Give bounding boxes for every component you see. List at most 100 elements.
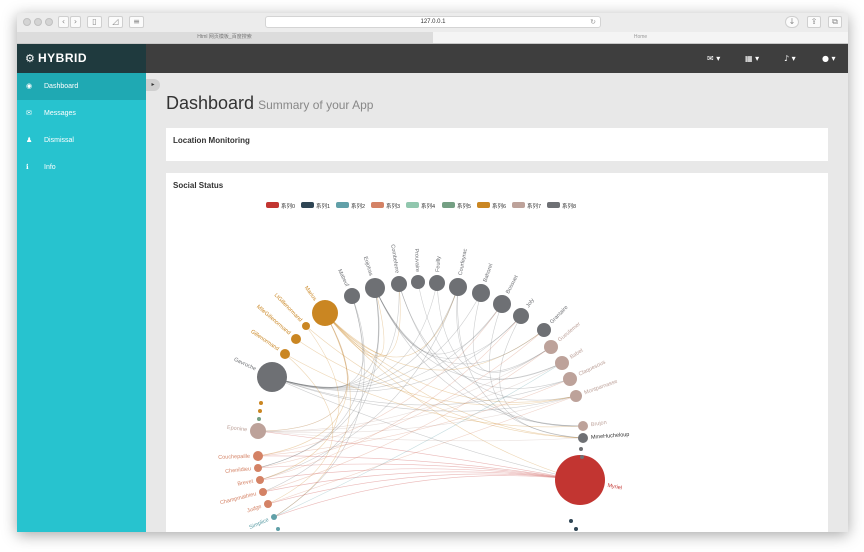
graph-node[interactable] (513, 308, 529, 324)
legend-swatch[interactable] (406, 202, 419, 208)
graph-node[interactable] (254, 464, 262, 472)
caret-down-icon: ▾ (755, 54, 760, 63)
forward-button[interactable]: › (70, 16, 81, 28)
legend-label[interactable]: 系列5 (457, 202, 471, 210)
sidebar-collapse-toggle[interactable]: ▸ (146, 79, 160, 91)
legend-label[interactable]: 系列4 (421, 202, 435, 210)
browser-window: ‹ › ▯ ◿ ≡ 127.0.0.1 ↻ ↓ ⇪ ⧉ Html 网页模板_百度… (17, 13, 848, 532)
graph-node[interactable] (258, 409, 262, 413)
grid-icon: ▦ (745, 54, 753, 63)
graph-node[interactable] (257, 362, 287, 392)
graph-node-label: Marius (303, 285, 318, 302)
zoom-window-button[interactable] (45, 18, 53, 26)
legend-swatch[interactable] (477, 202, 490, 208)
graph-node[interactable] (312, 300, 338, 326)
graph-link (295, 338, 577, 406)
bell-icon: ♪ (784, 54, 790, 63)
graph-node[interactable] (259, 488, 267, 496)
graph-node[interactable] (563, 372, 577, 386)
legend-label[interactable]: 系列0 (281, 202, 295, 210)
graph-node[interactable] (256, 476, 264, 484)
sidebar-toggle-icon[interactable]: ▯ (87, 16, 102, 28)
graph-node[interactable] (429, 275, 445, 291)
graph-node-label: Brevet (237, 479, 254, 488)
legend-swatch[interactable] (301, 202, 314, 208)
legend-label[interactable]: 系列6 (492, 202, 506, 210)
download-icon[interactable]: ↓ (785, 16, 799, 28)
brand[interactable]: ⚙ HYBRID (17, 44, 146, 73)
graph-node[interactable] (264, 500, 272, 508)
legend-swatch[interactable] (266, 202, 279, 208)
graph-node[interactable] (391, 276, 407, 292)
graph-node[interactable] (411, 275, 425, 289)
graph-node[interactable] (253, 451, 263, 461)
graph-node[interactable] (579, 447, 583, 451)
graph-node[interactable] (472, 284, 490, 302)
share-icon[interactable]: ⇪ (807, 16, 821, 28)
graph-node[interactable] (570, 390, 582, 402)
caret-down-icon: ▾ (791, 54, 796, 63)
social-graph-chart[interactable]: 系列0 系列1 系列2 系列3 系列4 系列5 系列6 系列7 系列8 Myriel MmeHuc… (166, 173, 828, 532)
tasks-dropdown[interactable]: ▦ ▾ (745, 53, 759, 64)
graph-node[interactable] (365, 278, 385, 298)
legend-swatch[interactable] (442, 202, 455, 208)
graph-node[interactable] (344, 288, 360, 304)
graph-node[interactable] (493, 295, 511, 313)
sidebar-item-label: Messages (44, 110, 76, 117)
graph-node[interactable] (280, 349, 290, 359)
close-window-button[interactable] (23, 18, 31, 26)
sidebar-item-messages[interactable]: ✉ Messages (17, 100, 146, 127)
legend-label[interactable]: 系列7 (527, 202, 541, 210)
sidebar-item-info[interactable]: ℹ Info (17, 154, 146, 181)
graph-node[interactable] (580, 455, 584, 459)
legend-label[interactable]: 系列3 (386, 202, 400, 210)
dashboard-icon: ◉ (26, 82, 33, 90)
user-dropdown[interactable]: ● ▾ (822, 53, 836, 64)
browser-tab-active[interactable]: Home (433, 32, 848, 43)
legend-swatch[interactable] (336, 202, 349, 208)
graph-node[interactable] (259, 401, 263, 405)
graph-node[interactable] (555, 455, 605, 505)
legend-label[interactable]: 系列2 (351, 202, 365, 210)
reader-icon[interactable]: ≡ (129, 16, 144, 28)
graph-node[interactable] (291, 334, 301, 344)
address-text: 127.0.0.1 (420, 19, 446, 25)
graph-node[interactable] (257, 417, 261, 421)
sidebar-item-dashboard[interactable]: ◉ Dashboard (17, 73, 146, 100)
minimize-window-button[interactable] (34, 18, 42, 26)
browser-tab[interactable]: Html 网页模板_百度搜索 (17, 32, 432, 43)
graph-node[interactable] (250, 423, 266, 439)
graph-node-label: Combeferre (389, 244, 400, 274)
sidebar-item-dismissal[interactable]: ♟ Dismissal (17, 127, 146, 154)
legend-swatch[interactable] (547, 202, 560, 208)
legend-label[interactable]: 系列8 (562, 202, 576, 210)
graph-link (374, 287, 545, 365)
graph-node[interactable] (555, 356, 569, 370)
messages-dropdown[interactable]: ✉ ▾ (707, 53, 720, 64)
page-title: Dashboard Summary of your App (166, 93, 373, 114)
graph-node[interactable] (569, 519, 573, 523)
graph-link (374, 287, 584, 427)
graph-node[interactable] (544, 340, 558, 354)
graph-node[interactable] (578, 433, 588, 443)
graph-node[interactable] (449, 278, 467, 296)
graph-node[interactable] (574, 527, 578, 531)
legend-label[interactable]: 系列1 (316, 202, 330, 210)
graph-node[interactable] (578, 421, 588, 431)
graph-node[interactable] (537, 323, 551, 337)
graph-node-label: Gillenormand (249, 329, 279, 352)
legend-swatch[interactable] (371, 202, 384, 208)
reload-icon[interactable]: ↻ (590, 17, 596, 28)
legend-swatch[interactable] (512, 202, 525, 208)
tabs-overview-icon[interactable]: ⧉ (828, 16, 842, 28)
graph-node[interactable] (276, 527, 280, 531)
top-navbar: ⚙ HYBRID ✉ ▾ ▦ ▾ ♪ ▾ ● ▾ (17, 44, 848, 73)
topsites-icon[interactable]: ◿ (108, 16, 123, 28)
graph-node-label: Couchepaille (218, 454, 250, 461)
alerts-dropdown[interactable]: ♪ ▾ (784, 53, 796, 64)
graph-node-label: MmeHucheloup (591, 432, 630, 441)
graph-node[interactable] (271, 514, 277, 520)
back-button[interactable]: ‹ (58, 16, 69, 28)
graph-node[interactable] (302, 322, 310, 330)
address-bar[interactable]: 127.0.0.1 ↻ (265, 16, 601, 28)
